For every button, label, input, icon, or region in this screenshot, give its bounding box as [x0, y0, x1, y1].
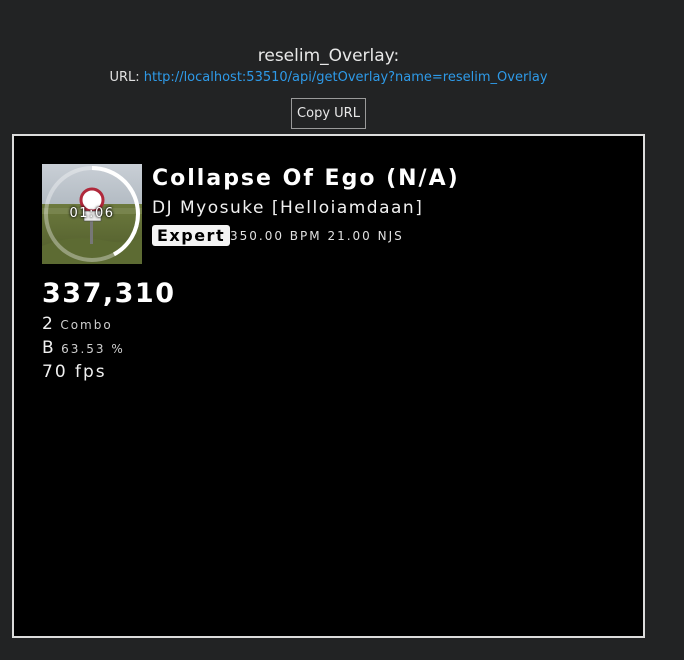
combo-row: 2 Combo [42, 314, 113, 334]
overlay-url-link[interactable]: http://localhost:53510/api/getOverlay?na… [144, 70, 548, 85]
overlay-name-heading: reselim_Overlay: [257, 46, 400, 66]
rank-row: B 63.53 % [42, 338, 125, 358]
album-cover: 01:06 [42, 164, 142, 264]
combo-value: 2 [42, 314, 55, 334]
song-timer: 01:06 [69, 206, 115, 221]
overlay-url-line: URL: http://localhost:53510/api/getOverl… [0, 70, 657, 85]
song-artist-mapper: DJ Myosuke [Helloiamdaan] [152, 198, 424, 218]
bpm-njs-info: 350.00 BPM 21.00 NJS [230, 229, 404, 243]
song-title: Collapse Of Ego (N/A) [152, 166, 460, 191]
copy-url-button[interactable]: Copy URL [291, 98, 366, 129]
url-label: URL: [109, 70, 140, 85]
accuracy-value: 63.53 % [61, 342, 125, 356]
rank-value: B [42, 338, 56, 358]
fps-counter: 70 fps [42, 362, 107, 382]
score-value: 337,310 [42, 278, 176, 309]
combo-label: Combo [60, 318, 113, 332]
difficulty-badge: Expert [152, 225, 231, 246]
overlay-preview: 01:06 Collapse Of Ego (N/A) DJ Myosuke [… [12, 134, 645, 638]
